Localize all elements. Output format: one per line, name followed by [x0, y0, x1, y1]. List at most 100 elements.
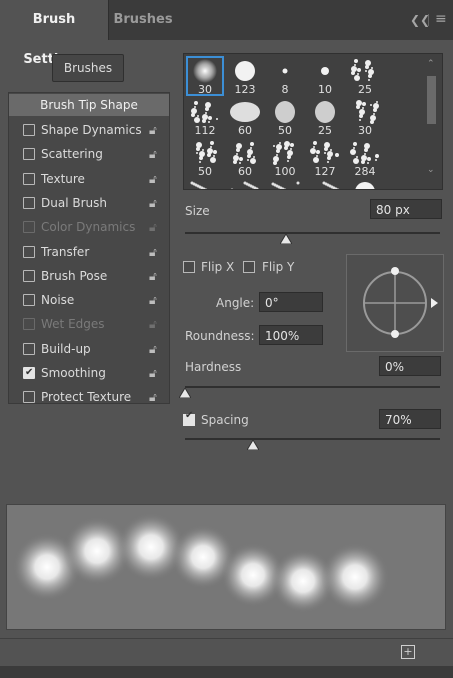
brush-size-label: 8	[281, 83, 289, 96]
angle-roundness-widget[interactable]	[346, 254, 444, 352]
brush-preset[interactable]: 25	[346, 56, 384, 96]
brush-preset[interactable]	[306, 179, 344, 189]
option-row[interactable]: Color Dynamics 🔓︎	[9, 216, 169, 238]
chevron-up-icon[interactable]: ⌃	[427, 59, 435, 69]
brush-preset[interactable]: 123	[226, 56, 264, 96]
brush-preset[interactable]: 10	[306, 56, 344, 96]
angle-field[interactable]: 0°	[259, 292, 323, 312]
option-row[interactable]: Shape Dynamics 🔓︎	[9, 119, 169, 141]
lock-icon[interactable]: 🔓︎	[149, 119, 157, 141]
brush-preset[interactable]	[346, 179, 384, 189]
size-field[interactable]: 80 px	[370, 199, 442, 219]
brush-preset[interactable]	[186, 179, 224, 189]
brush-size-label: 10	[318, 83, 332, 96]
size-label: Size	[185, 204, 210, 218]
spacing-label: Spacing	[201, 413, 249, 427]
brush-preset[interactable]: 8	[266, 56, 304, 96]
spacing-field[interactable]: 70%	[379, 409, 441, 429]
option-checkbox[interactable]	[23, 391, 35, 404]
checkmark-icon: ✔	[185, 410, 194, 421]
brush-preset[interactable]: 100	[266, 138, 304, 178]
option-checkbox[interactable]	[23, 362, 35, 384]
option-row[interactable]: Protect Texture 🔓︎	[9, 386, 169, 408]
brushes-button[interactable]: Brushes	[52, 54, 124, 82]
brush-preset[interactable]: 112	[186, 97, 224, 137]
option-checkbox[interactable]	[23, 172, 35, 185]
option-label: Noise	[41, 293, 75, 308]
angle-label: Angle:	[216, 296, 255, 310]
spacing-slider-track[interactable]	[185, 438, 440, 440]
brush-size-label: 127	[314, 165, 336, 178]
size-slider-track[interactable]	[185, 232, 440, 234]
hardness-field[interactable]: 0%	[379, 356, 441, 376]
brush-size-label: 284	[354, 165, 376, 178]
option-row[interactable]: Dual Brush 🔓︎	[9, 192, 169, 214]
option-checkbox[interactable]	[23, 294, 35, 307]
option-checkbox[interactable]	[23, 342, 35, 355]
new-preset-icon[interactable]: +	[401, 645, 415, 659]
lock-icon[interactable]: 🔓︎	[149, 386, 157, 408]
option-label: Protect Texture	[41, 390, 132, 405]
brush-preset[interactable]	[226, 179, 264, 189]
tab-brushes[interactable]: Brushes	[108, 0, 177, 40]
brush-preset[interactable]: 30	[346, 97, 384, 137]
option-row[interactable]: Noise 🔓︎	[9, 289, 169, 311]
brush-preset[interactable]: 60	[226, 97, 264, 137]
option-label: Texture	[41, 171, 85, 186]
brush-preset[interactable]: 50	[186, 138, 224, 178]
lock-icon[interactable]: 🔓︎	[149, 362, 157, 384]
lock-icon[interactable]: 🔓︎	[149, 289, 157, 311]
option-row[interactable]: Smoothing 🔓︎	[9, 362, 169, 384]
option-label: Scattering	[41, 147, 103, 162]
option-checkbox[interactable]	[23, 148, 35, 161]
lock-icon[interactable]: 🔓︎	[149, 265, 157, 287]
roundness-field[interactable]: 100%	[259, 325, 323, 345]
brush-size-label: 50	[278, 124, 292, 137]
lock-icon[interactable]: 🔓︎	[149, 338, 157, 360]
lock-icon[interactable]: 🔓︎	[149, 143, 157, 165]
option-label: Dual Brush	[41, 195, 107, 210]
option-row[interactable]: Wet Edges 🔓︎	[9, 313, 169, 335]
brush-preset[interactable]: 284	[346, 138, 384, 178]
hardness-slider-track[interactable]	[185, 386, 440, 388]
brush-size-label: 60	[238, 124, 252, 137]
lock-icon[interactable]: 🔓︎	[149, 241, 157, 263]
option-label: Color Dynamics	[41, 220, 136, 235]
option-checkbox	[23, 318, 35, 331]
lock-icon[interactable]: 🔓︎	[149, 168, 157, 190]
brush-size-label: 30	[198, 83, 212, 96]
spacing-checkbox[interactable]: ✔	[183, 410, 195, 426]
flip-y-checkbox[interactable]	[243, 261, 255, 273]
chevron-down-icon[interactable]: ⌄	[427, 165, 435, 175]
option-row[interactable]: Scattering 🔓︎	[9, 143, 169, 165]
flip-x-checkbox[interactable]	[183, 261, 195, 273]
tab-brush-settings[interactable]: Brush Settings	[0, 0, 108, 67]
brush-preset[interactable]: 60	[226, 138, 264, 178]
grid-scroll-thumb[interactable]	[427, 76, 436, 124]
brush-tip-grid: 30 123 8 10 25 112 60 50 25 30 50 60 100 127 284	[183, 53, 443, 190]
option-row[interactable]: Transfer 🔓︎	[9, 241, 169, 263]
option-row[interactable]: Brush Pose 🔓︎	[9, 265, 169, 287]
brush-size-label: 100	[274, 165, 296, 178]
option-row[interactable]: Build-up 🔓︎	[9, 338, 169, 360]
brush-size-label: 112	[194, 124, 216, 137]
option-row[interactable]: Texture 🔓︎	[9, 168, 169, 190]
option-checkbox[interactable]	[23, 124, 35, 136]
lock-icon[interactable]: 🔓︎	[149, 192, 157, 214]
hamburger-menu-icon[interactable]: ≡	[435, 11, 447, 27]
lock-icon: 🔓︎	[149, 317, 157, 332]
brush-preset[interactable]: 25	[306, 97, 344, 137]
option-checkbox[interactable]	[23, 196, 35, 209]
brush-size-label: 60	[238, 165, 252, 178]
brush-preset[interactable]: 50	[266, 97, 304, 137]
option-checkbox[interactable]	[23, 269, 35, 282]
brush-preset[interactable]	[266, 179, 304, 189]
header-divider	[428, 14, 429, 26]
option-checkbox[interactable]	[23, 245, 35, 258]
panel-bottom-bar	[0, 666, 453, 678]
brush-preset[interactable]: 30	[186, 56, 224, 96]
brush-tip-shape-item[interactable]: Brush Tip Shape	[9, 94, 169, 116]
brush-preset[interactable]: 127	[306, 138, 344, 178]
footer-divider	[0, 638, 453, 639]
option-label: Build-up	[41, 341, 91, 356]
